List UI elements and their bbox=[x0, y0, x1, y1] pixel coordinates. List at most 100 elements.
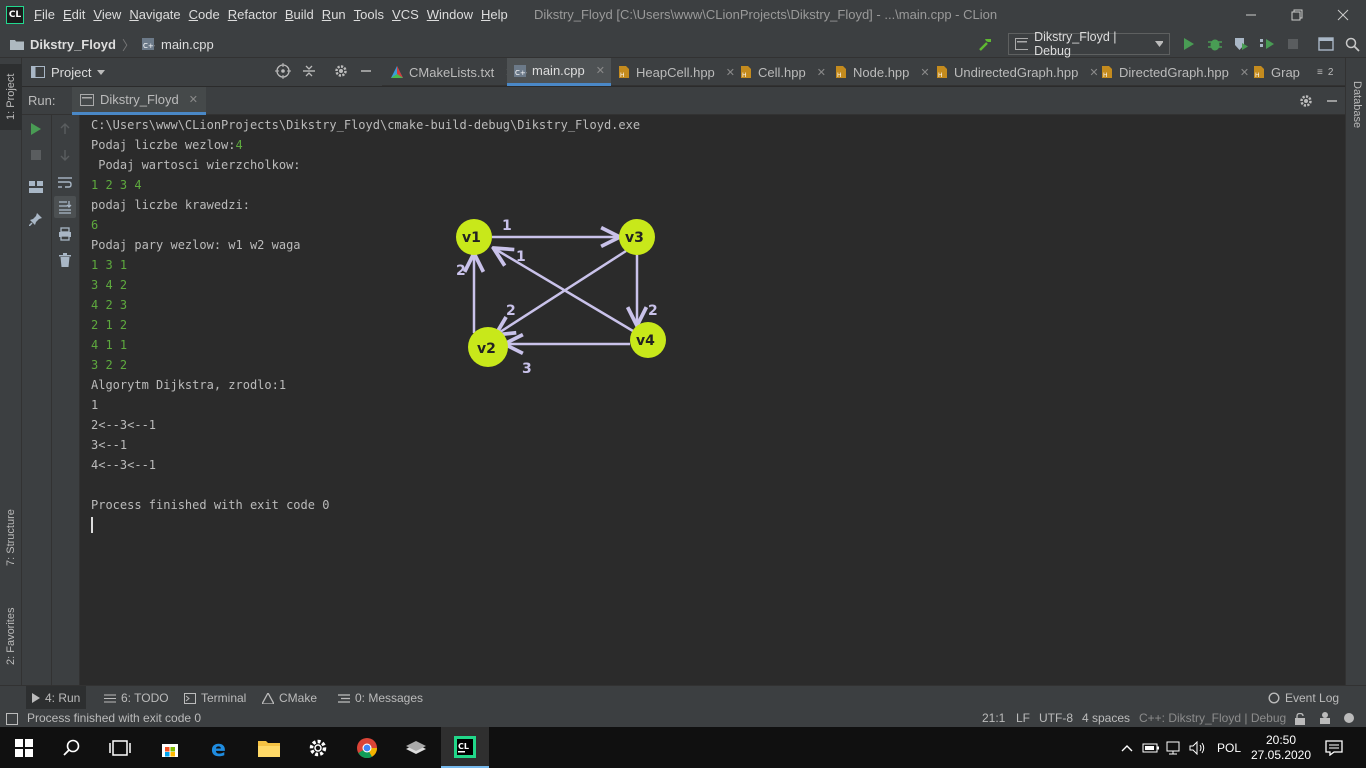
console-line: 1 2 3 4 bbox=[91, 175, 142, 195]
file-encoding[interactable]: UTF-8 bbox=[1039, 709, 1073, 727]
profile-button[interactable] bbox=[1258, 35, 1276, 53]
run-settings-button[interactable] bbox=[1298, 93, 1314, 112]
tab-graph-hpp[interactable]: H Grap bbox=[1252, 58, 1300, 86]
tab-cell-hpp[interactable]: H Cell.hpp ✕ bbox=[739, 58, 826, 86]
volume-button[interactable] bbox=[1186, 727, 1210, 768]
clock-date: 27.05.2020 bbox=[1250, 747, 1312, 762]
tool-todo[interactable]: 6: TODO bbox=[98, 686, 175, 710]
store-app-button[interactable] bbox=[146, 727, 194, 768]
network-button[interactable] bbox=[1164, 727, 1186, 768]
input-language[interactable]: POL bbox=[1210, 727, 1248, 768]
menu-tools[interactable]: Tools bbox=[354, 0, 392, 30]
close-tab-icon[interactable]: ✕ bbox=[596, 64, 605, 77]
console-line: 3 2 2 bbox=[91, 355, 127, 375]
favorites-tool-tab[interactable]: 2: Favorites bbox=[0, 596, 22, 676]
menu-view[interactable]: View bbox=[93, 0, 129, 30]
minimize-button[interactable] bbox=[1228, 0, 1274, 30]
run-tab[interactable]: Dikstry_Floyd ✕ bbox=[72, 87, 206, 115]
menu-run[interactable]: Run bbox=[322, 0, 354, 30]
clion-app-button[interactable]: CL bbox=[441, 727, 489, 768]
edge-app-button[interactable]: e bbox=[196, 727, 244, 768]
run-configuration-select[interactable]: Dikstry_Floyd | Debug bbox=[1008, 30, 1170, 58]
tool-messages[interactable]: 0: Messages bbox=[332, 686, 429, 710]
scroll-up-button[interactable] bbox=[56, 120, 74, 138]
show-hidden-icons-button[interactable] bbox=[1116, 727, 1138, 768]
coverage-button[interactable] bbox=[1232, 35, 1250, 53]
breadcrumb-project[interactable]: Dikstry_Floyd bbox=[30, 37, 116, 52]
line-separator[interactable]: LF bbox=[1016, 709, 1030, 727]
stop-run-button[interactable] bbox=[27, 146, 45, 164]
clear-all-button[interactable] bbox=[56, 251, 74, 269]
task-view-button[interactable] bbox=[96, 727, 144, 768]
database-tool-tab[interactable]: Database bbox=[1346, 66, 1366, 144]
tabs-overflow-button[interactable]: ≡ 2 bbox=[1317, 58, 1333, 86]
tab-cmakelists[interactable]: CMakeLists.txt✕ bbox=[390, 58, 514, 86]
locate-file-button[interactable] bbox=[275, 63, 291, 82]
tab-undirectedgraph-hpp[interactable]: H UndirectedGraph.hpp ✕ bbox=[935, 58, 1099, 86]
menu-refactor[interactable]: Refactor bbox=[228, 0, 285, 30]
taskbar-search-button[interactable] bbox=[48, 727, 96, 768]
menu-vcs[interactable]: VCS bbox=[392, 0, 427, 30]
run-console[interactable]: C:\Users\www\CLionProjects\Dikstry_Floyd… bbox=[80, 115, 1345, 685]
start-button[interactable] bbox=[0, 727, 48, 768]
build-hammer-button[interactable] bbox=[977, 35, 995, 53]
close-tab-icon[interactable]: ✕ bbox=[189, 93, 198, 106]
menu-file[interactable]: File bbox=[34, 0, 63, 30]
scroll-to-end-button[interactable] bbox=[54, 196, 76, 218]
cpp-file-icon: C++ bbox=[142, 38, 155, 50]
project-structure-button[interactable] bbox=[1317, 35, 1335, 53]
breadcrumb-file[interactable]: main.cpp bbox=[161, 37, 214, 52]
scroll-down-button[interactable] bbox=[56, 146, 74, 164]
stop-button[interactable] bbox=[1284, 35, 1302, 53]
hide-panel-button[interactable] bbox=[359, 63, 373, 82]
menu-window[interactable]: Window bbox=[427, 0, 481, 30]
tool-run[interactable]: 4: Run bbox=[26, 686, 87, 710]
collapse-all-button[interactable] bbox=[301, 63, 317, 82]
structure-tool-tab[interactable]: 7: Structure bbox=[0, 498, 22, 578]
tool-terminal[interactable]: Terminal bbox=[178, 686, 252, 710]
caret-position[interactable]: 21:1 bbox=[982, 709, 1005, 727]
tab-node-hpp[interactable]: H Node.hpp ✕ bbox=[834, 58, 930, 86]
close-tab-icon[interactable]: ✕ bbox=[1089, 66, 1098, 79]
tab-main-cpp[interactable]: C++ main.cpp ✕ bbox=[507, 58, 611, 86]
debug-button[interactable] bbox=[1206, 35, 1224, 53]
run-button[interactable] bbox=[1180, 35, 1198, 53]
menu-build[interactable]: Build bbox=[285, 0, 322, 30]
tab-directedgraph-hpp[interactable]: H DirectedGraph.hpp ✕ bbox=[1100, 58, 1249, 86]
settings-app-button[interactable] bbox=[294, 727, 342, 768]
menu-code[interactable]: Code bbox=[189, 0, 228, 30]
action-center-button[interactable] bbox=[1318, 727, 1350, 768]
tool-event-log[interactable]: Event Log bbox=[1262, 686, 1345, 710]
project-tool-tab[interactable]: 1: Project bbox=[0, 64, 22, 130]
resolve-context[interactable]: C++: Dikstry_Floyd | Debug bbox=[1139, 709, 1286, 727]
close-tab-icon[interactable]: ✕ bbox=[1240, 66, 1249, 79]
stacked-app-button[interactable] bbox=[392, 727, 440, 768]
close-tab-icon[interactable]: ✕ bbox=[920, 66, 929, 79]
project-view-select[interactable]: Project bbox=[31, 65, 106, 80]
project-settings-button[interactable] bbox=[333, 63, 349, 82]
chrome-app-button[interactable] bbox=[343, 727, 391, 768]
pin-tab-button[interactable] bbox=[27, 210, 45, 228]
run-icon bbox=[32, 693, 40, 703]
menu-edit[interactable]: Edit bbox=[63, 0, 93, 30]
close-tab-icon[interactable]: ✕ bbox=[726, 66, 735, 79]
tool-cmake[interactable]: CMake bbox=[256, 686, 323, 710]
text-caret bbox=[91, 517, 93, 533]
hide-run-panel-button[interactable] bbox=[1325, 93, 1339, 112]
battery-button[interactable] bbox=[1140, 727, 1162, 768]
clock[interactable]: 20:50 27.05.2020 bbox=[1250, 727, 1312, 768]
tab-heapcell-hpp[interactable]: H HeapCell.hpp ✕ bbox=[617, 58, 735, 86]
console-output: Podaj liczbe wezlow: bbox=[91, 138, 236, 152]
close-window-button[interactable] bbox=[1320, 0, 1366, 30]
restore-button[interactable] bbox=[1274, 0, 1320, 30]
menu-help[interactable]: Help bbox=[481, 0, 516, 30]
search-everywhere-button[interactable] bbox=[1343, 35, 1361, 53]
print-button[interactable] bbox=[56, 225, 74, 243]
soft-wrap-button[interactable] bbox=[56, 173, 74, 191]
restore-layout-button[interactable] bbox=[27, 178, 45, 196]
indent-setting[interactable]: 4 spaces bbox=[1082, 709, 1130, 727]
rerun-button[interactable] bbox=[27, 120, 45, 138]
close-tab-icon[interactable]: ✕ bbox=[817, 66, 826, 79]
explorer-app-button[interactable] bbox=[245, 727, 293, 768]
menu-navigate[interactable]: Navigate bbox=[129, 0, 188, 30]
